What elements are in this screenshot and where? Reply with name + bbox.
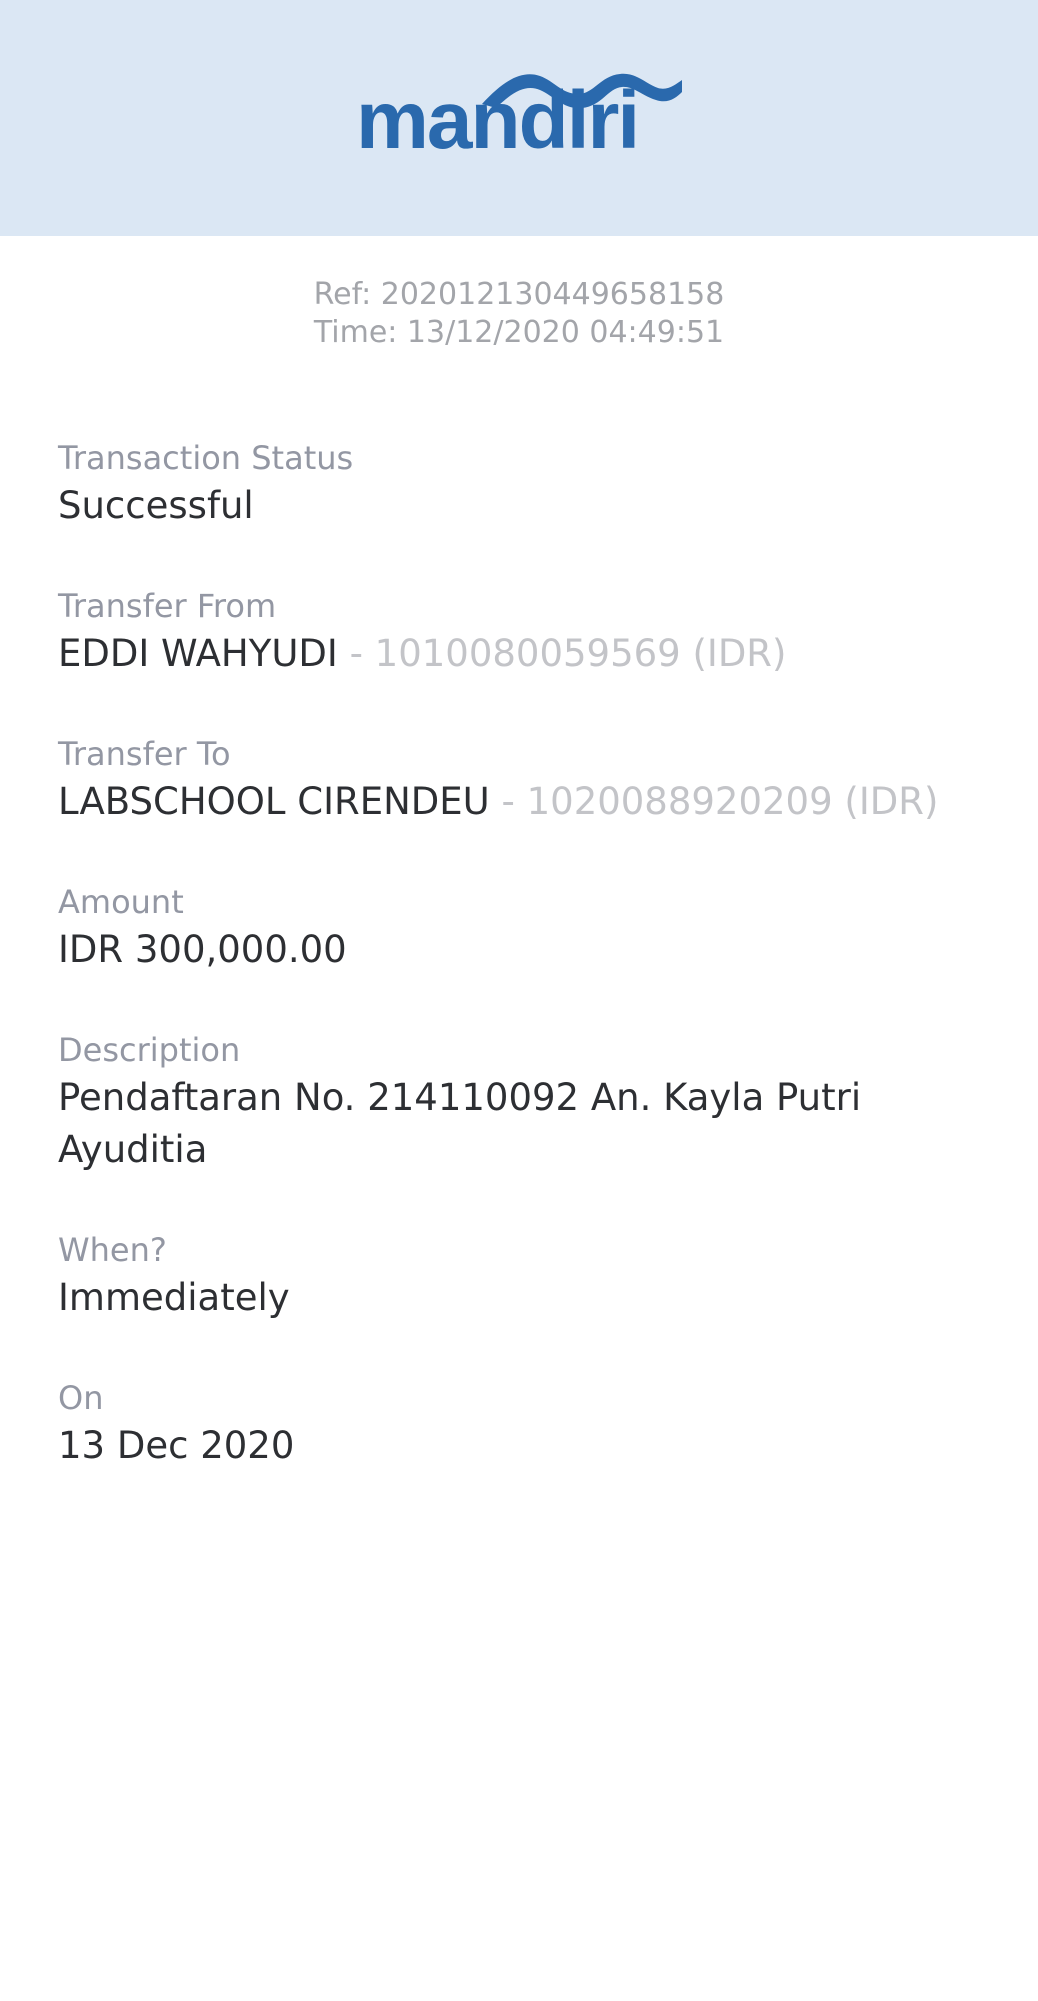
field-value: LABSCHOOL CIRENDEU - 1020088920209 (IDR) <box>58 776 978 828</box>
field-label: Amount <box>58 883 184 921</box>
transaction-time: Time: 13/12/2020 04:49:51 <box>313 315 725 350</box>
transaction-details: Transaction Status Successful Transfer F… <box>58 436 978 1524</box>
field-label: Transfer To <box>58 735 231 773</box>
field-label: On <box>58 1379 104 1417</box>
field-transaction-status: Transaction Status Successful <box>58 436 978 532</box>
field-value: IDR 300,000.00 <box>58 928 347 971</box>
logo-wordmark: mandiri <box>356 75 640 166</box>
header-banner: mandiri <box>0 0 1038 236</box>
reference-number: Ref: 202012130449658158 <box>313 277 725 312</box>
field-label: When? <box>58 1231 167 1269</box>
field-value: 13 Dec 2020 <box>58 1424 295 1467</box>
field-description: Description Pendaftaran No. 214110092 An… <box>58 1028 978 1176</box>
sender-account: - 1010080059569 (IDR) <box>337 632 787 675</box>
field-value: EDDI WAHYUDI - 1010080059569 (IDR) <box>58 628 978 680</box>
recipient-name: LABSCHOOL CIRENDEU <box>58 780 490 823</box>
field-transfer-from: Transfer From EDDI WAHYUDI - 10100800595… <box>58 584 978 680</box>
field-value: Successful <box>58 484 254 527</box>
field-value: Pendaftaran No. 214110092 An. Kayla Putr… <box>58 1076 862 1171</box>
field-value: Immediately <box>58 1276 290 1319</box>
field-label: Transaction Status <box>58 439 354 477</box>
recipient-account: - 1020088920209 (IDR) <box>489 780 939 823</box>
field-label: Description <box>58 1031 241 1069</box>
field-label: Transfer From <box>58 587 277 625</box>
mandiri-logo: mandiri <box>356 66 682 176</box>
field-when: When? Immediately <box>58 1228 978 1324</box>
field-on: On 13 Dec 2020 <box>58 1376 978 1472</box>
sender-name: EDDI WAHYUDI <box>58 632 338 675</box>
receipt-meta: Ref: 202012130449658158 Time: 13/12/2020… <box>0 276 1038 352</box>
field-transfer-to: Transfer To LABSCHOOL CIRENDEU - 1020088… <box>58 732 978 828</box>
field-amount: Amount IDR 300,000.00 <box>58 880 978 976</box>
